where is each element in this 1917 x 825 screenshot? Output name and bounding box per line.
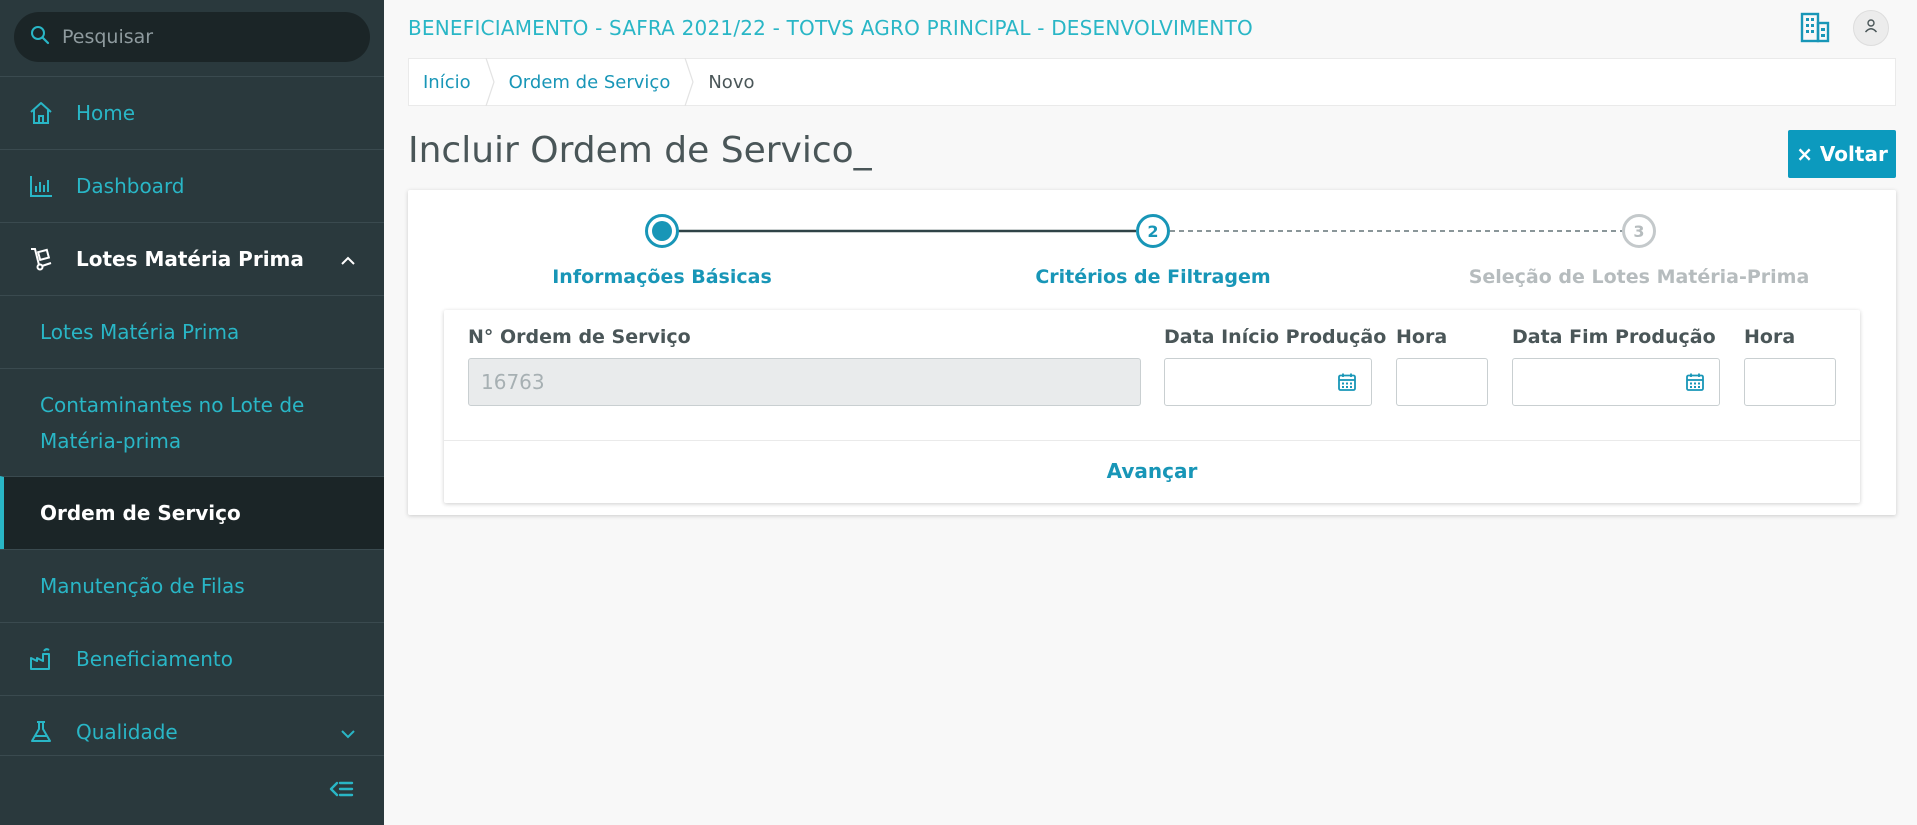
end-date-field[interactable] xyxy=(1512,358,1720,406)
step-2-label[interactable]: Critérios de Filtragem xyxy=(1035,266,1270,288)
breadcrumb-ordem-de-servico[interactable]: Ordem de Serviço xyxy=(495,59,685,105)
user-avatar[interactable] xyxy=(1853,10,1889,46)
collapse-menu-icon[interactable] xyxy=(328,776,354,806)
sidebar-item-home[interactable]: Home xyxy=(0,76,384,149)
sidebar-item-label: Dashboard xyxy=(76,174,185,198)
sidebar-subitem-contaminantes[interactable]: Contaminantes no Lote de Matéria-prima xyxy=(0,368,384,476)
sidebar: Home Dashboard Lotes Matéria Prima Lotes… xyxy=(0,0,384,825)
sidebar-footer xyxy=(0,755,384,825)
sidebar-item-lotes-materia-prima[interactable]: Lotes Matéria Prima xyxy=(0,222,384,295)
sidebar-subitem-label: Contaminantes no Lote de Matéria-prima xyxy=(40,392,305,453)
sidebar-item-label: Qualidade xyxy=(76,720,178,744)
sidebar-subitem-label: Manutenção de Filas xyxy=(40,574,245,598)
start-date-label: Data Início Produção xyxy=(1164,326,1387,348)
criteria-form: N° Ordem de Serviço 16763 Data Início Pr… xyxy=(444,310,1860,503)
chevron-up-icon xyxy=(340,247,356,271)
end-date-label: Data Fim Produção xyxy=(1512,326,1716,348)
sidebar-item-beneficiamento[interactable]: Beneficiamento xyxy=(0,622,384,695)
user-icon xyxy=(1863,18,1879,38)
os-number-field: 16763 xyxy=(468,358,1141,406)
sidebar-item-dashboard[interactable]: Dashboard xyxy=(0,149,384,222)
breadcrumb: Início Ordem de Serviço Novo xyxy=(408,58,1896,106)
search-icon xyxy=(30,25,50,49)
step-1-circle[interactable] xyxy=(645,214,679,248)
step-1-label[interactable]: Informações Básicas xyxy=(552,266,772,288)
start-time-field[interactable] xyxy=(1396,358,1488,406)
sidebar-subitem-label: Lotes Matéria Prima xyxy=(40,320,240,344)
page-title: Incluir Ordem de Servico_ xyxy=(408,130,872,171)
advance-button[interactable]: Avançar xyxy=(444,441,1860,501)
sidebar-subitem-manutencao-de-filas[interactable]: Manutenção de Filas xyxy=(0,549,384,622)
sidebar-item-label: Lotes Matéria Prima xyxy=(76,247,304,271)
back-button[interactable]: × Voltar xyxy=(1788,130,1896,178)
breadcrumb-separator xyxy=(485,58,495,106)
calendar-icon[interactable] xyxy=(1337,372,1357,396)
sidebar-nav: Home Dashboard Lotes Matéria Prima Lotes… xyxy=(0,76,384,768)
chevron-down-icon xyxy=(340,720,356,744)
chart-icon xyxy=(26,171,56,201)
stepper: Informações Básicas 2 Critérios de Filtr… xyxy=(408,190,1896,300)
calendar-icon[interactable] xyxy=(1685,372,1705,396)
os-number-label: N° Ordem de Serviço xyxy=(468,326,691,348)
step-1-dot xyxy=(652,221,672,241)
breadcrumb-novo: Novo xyxy=(708,71,755,93)
app-title: BENEFICIAMENTO - SAFRA 2021/22 - TOTVS A… xyxy=(408,16,1253,40)
factory-icon xyxy=(26,644,56,674)
end-time-field[interactable] xyxy=(1744,358,1836,406)
step-2-circle[interactable]: 2 xyxy=(1136,214,1170,248)
building-icon[interactable] xyxy=(1798,10,1832,48)
sidebar-item-label: Home xyxy=(76,101,136,125)
start-time-label: Hora xyxy=(1396,326,1448,348)
handtruck-icon xyxy=(26,244,56,274)
sidebar-subitem-label: Ordem de Serviço xyxy=(40,501,241,525)
search-input[interactable] xyxy=(62,26,342,48)
search-box[interactable] xyxy=(14,12,370,62)
stepper-card: Informações Básicas 2 Critérios de Filtr… xyxy=(408,190,1896,515)
os-number-value: 16763 xyxy=(481,370,545,394)
breadcrumb-separator xyxy=(684,58,694,106)
step-3-circle: 3 xyxy=(1622,214,1656,248)
sidebar-subitem-ordem-de-servico[interactable]: Ordem de Serviço xyxy=(0,476,384,549)
start-date-field[interactable] xyxy=(1164,358,1372,406)
flask-icon xyxy=(26,717,56,747)
home-icon xyxy=(26,98,56,128)
end-time-label: Hora xyxy=(1744,326,1796,348)
sidebar-subitem-lotes-materia-prima[interactable]: Lotes Matéria Prima xyxy=(0,295,384,368)
breadcrumb-inicio[interactable]: Início xyxy=(409,59,485,105)
step-3-label: Seleção de Lotes Matéria-Prima xyxy=(1468,266,1810,288)
sidebar-item-label: Beneficiamento xyxy=(76,647,233,671)
